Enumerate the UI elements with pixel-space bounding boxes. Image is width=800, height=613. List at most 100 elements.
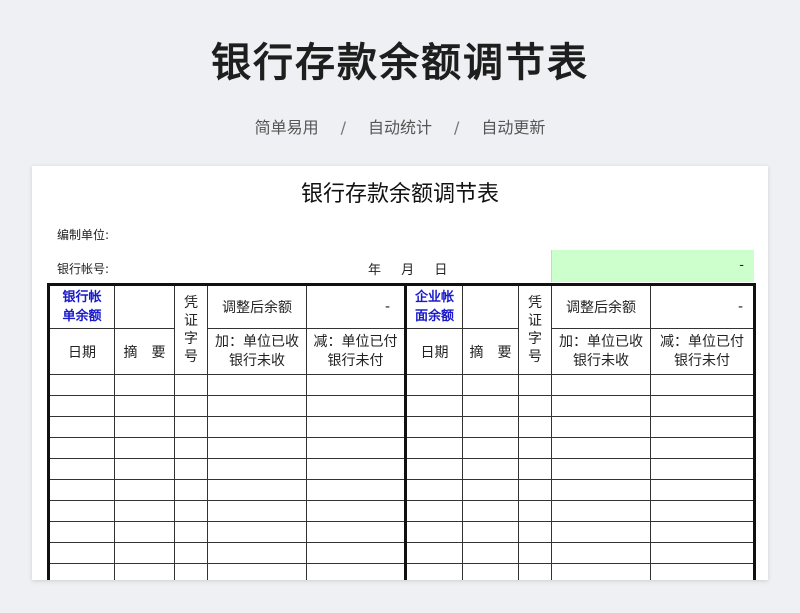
table-cell[interactable] <box>650 437 756 459</box>
table-cell[interactable] <box>518 479 552 501</box>
table-cell[interactable] <box>404 395 463 417</box>
table-cell[interactable] <box>650 416 756 438</box>
table-cell[interactable] <box>551 563 651 580</box>
table-cell[interactable] <box>650 395 756 417</box>
table-cell[interactable] <box>174 458 208 480</box>
table-cell[interactable] <box>114 374 175 396</box>
table-cell[interactable] <box>462 437 519 459</box>
table-cell[interactable] <box>462 395 519 417</box>
table-cell[interactable] <box>462 521 519 543</box>
table-cell[interactable] <box>207 542 307 564</box>
table-cell[interactable] <box>462 563 519 580</box>
table-cell[interactable] <box>462 542 519 564</box>
table-cell[interactable] <box>306 479 406 501</box>
table-cell[interactable] <box>114 479 175 501</box>
table-cell[interactable] <box>551 542 651 564</box>
table-cell[interactable] <box>650 542 756 564</box>
table-cell[interactable] <box>114 416 175 438</box>
table-cell[interactable] <box>551 521 651 543</box>
table-cell[interactable] <box>114 437 175 459</box>
table-cell[interactable] <box>114 395 175 417</box>
table-cell[interactable] <box>114 458 175 480</box>
table-cell[interactable] <box>462 374 519 396</box>
table-cell[interactable] <box>518 395 552 417</box>
table-cell[interactable] <box>650 479 756 501</box>
table-cell[interactable] <box>47 521 115 543</box>
table-cell[interactable] <box>306 521 406 543</box>
table-cell[interactable] <box>404 563 463 580</box>
table-cell[interactable] <box>207 416 307 438</box>
bank-balance-value[interactable] <box>114 283 175 329</box>
table-cell[interactable] <box>174 521 208 543</box>
table-cell[interactable] <box>174 563 208 580</box>
table-cell[interactable] <box>306 563 406 580</box>
table-cell[interactable] <box>306 395 406 417</box>
table-cell[interactable] <box>518 416 552 438</box>
table-cell[interactable] <box>114 542 175 564</box>
table-cell[interactable] <box>551 458 651 480</box>
table-cell[interactable] <box>47 395 115 417</box>
table-cell[interactable] <box>462 416 519 438</box>
table-cell[interactable] <box>47 500 115 522</box>
table-cell[interactable] <box>650 563 756 580</box>
table-cell[interactable] <box>404 437 463 459</box>
table-cell[interactable] <box>518 458 552 480</box>
table-cell[interactable] <box>207 437 307 459</box>
table-cell[interactable] <box>306 374 406 396</box>
table-cell[interactable] <box>518 437 552 459</box>
table-cell[interactable] <box>306 542 406 564</box>
table-cell[interactable] <box>551 374 651 396</box>
table-cell[interactable] <box>207 395 307 417</box>
table-cell[interactable] <box>518 542 552 564</box>
table-cell[interactable] <box>551 437 651 459</box>
table-cell[interactable] <box>114 563 175 580</box>
table-cell[interactable] <box>174 437 208 459</box>
table-cell[interactable] <box>551 500 651 522</box>
adjusted-balance-value-left[interactable]: - <box>306 283 406 329</box>
table-cell[interactable] <box>306 458 406 480</box>
table-cell[interactable] <box>306 500 406 522</box>
table-cell[interactable] <box>47 479 115 501</box>
table-cell[interactable] <box>207 563 307 580</box>
table-cell[interactable] <box>306 416 406 438</box>
table-cell[interactable] <box>47 458 115 480</box>
table-cell[interactable] <box>174 542 208 564</box>
table-cell[interactable] <box>404 416 463 438</box>
table-cell[interactable] <box>650 374 756 396</box>
table-cell[interactable] <box>114 500 175 522</box>
table-cell[interactable] <box>207 521 307 543</box>
table-cell[interactable] <box>551 416 651 438</box>
table-cell[interactable] <box>174 479 208 501</box>
table-cell[interactable] <box>174 395 208 417</box>
table-cell[interactable] <box>207 500 307 522</box>
table-cell[interactable] <box>518 563 552 580</box>
table-cell[interactable] <box>47 542 115 564</box>
table-cell[interactable] <box>650 458 756 480</box>
table-cell[interactable] <box>551 479 651 501</box>
table-cell[interactable] <box>404 374 463 396</box>
table-cell[interactable] <box>306 437 406 459</box>
table-cell[interactable] <box>462 479 519 501</box>
table-cell[interactable] <box>650 500 756 522</box>
table-cell[interactable] <box>650 521 756 543</box>
adjusted-balance-value-right[interactable]: - <box>650 283 756 329</box>
table-cell[interactable] <box>114 521 175 543</box>
table-cell[interactable] <box>174 374 208 396</box>
table-cell[interactable] <box>518 500 552 522</box>
table-cell[interactable] <box>404 500 463 522</box>
table-cell[interactable] <box>207 458 307 480</box>
table-cell[interactable] <box>174 416 208 438</box>
table-cell[interactable] <box>518 521 552 543</box>
table-cell[interactable] <box>174 500 208 522</box>
table-cell[interactable] <box>47 416 115 438</box>
table-cell[interactable] <box>47 563 115 580</box>
table-cell[interactable] <box>47 374 115 396</box>
table-cell[interactable] <box>207 479 307 501</box>
table-cell[interactable] <box>404 521 463 543</box>
table-cell[interactable] <box>47 437 115 459</box>
highlight-cell[interactable]: - <box>551 250 754 282</box>
table-cell[interactable] <box>462 458 519 480</box>
table-cell[interactable] <box>404 542 463 564</box>
table-cell[interactable] <box>404 479 463 501</box>
table-cell[interactable] <box>404 458 463 480</box>
